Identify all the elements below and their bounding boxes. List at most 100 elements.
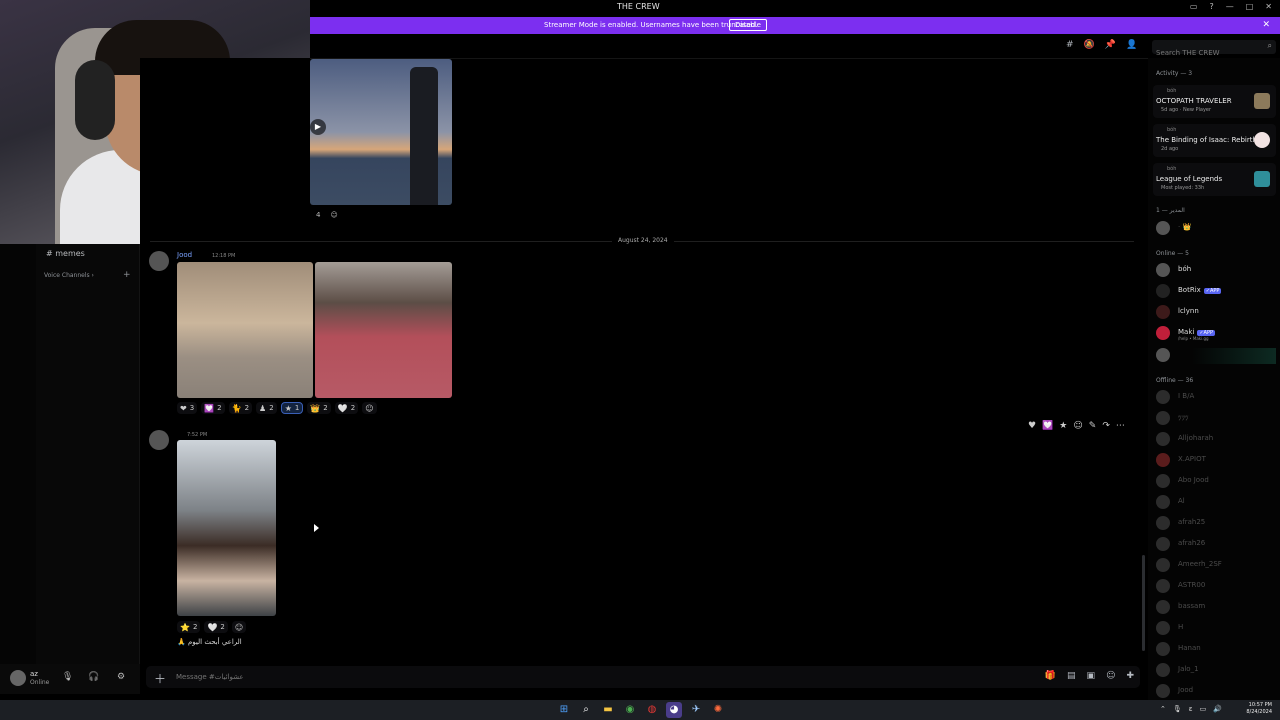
headphones-icon[interactable]: 🎧 xyxy=(88,672,99,682)
edit-icon[interactable]: ✎ xyxy=(1089,421,1097,431)
member-item[interactable]: Hanan xyxy=(1156,642,1276,658)
add-channel-icon[interactable]: + xyxy=(123,270,131,280)
activity-card[interactable]: bóh The Binding of Isaac: Rebirth 2d ago xyxy=(1153,124,1276,157)
message-input[interactable] xyxy=(176,670,976,684)
member-item[interactable]: X.APIOT xyxy=(1156,453,1276,469)
heart-decoration-icon[interactable]: 💟 xyxy=(1042,421,1053,431)
pin-icon[interactable]: 📌 xyxy=(1105,40,1116,50)
volume-icon[interactable]: 🔊 xyxy=(1213,705,1222,713)
inbox-icon[interactable]: ▭ xyxy=(1190,2,1198,11)
member-item[interactable]: BotRix ✓APP xyxy=(1156,284,1276,300)
folder-icon[interactable]: ▬ xyxy=(600,702,616,718)
member-item[interactable]: Ameerh_2SF xyxy=(1156,558,1276,574)
app-icon[interactable]: ✺ xyxy=(710,702,726,718)
member-name: Jood xyxy=(1178,686,1194,694)
chrome-icon[interactable]: ◉ xyxy=(622,702,638,718)
add-reaction-button[interactable]: ☺ xyxy=(231,621,247,633)
battery-icon[interactable]: ε xyxy=(1189,705,1193,713)
obs-icon[interactable]: ◍ xyxy=(644,702,660,718)
network-icon[interactable]: ▭ xyxy=(1200,705,1207,713)
member-item[interactable]: Abo Jood xyxy=(1156,474,1276,490)
steam-icon[interactable]: ✈ xyxy=(688,702,704,718)
search-icon[interactable]: ⌕ xyxy=(578,702,594,718)
member-item[interactable]: Maki ✓APP /help • Maki.gg xyxy=(1156,326,1276,342)
avatar xyxy=(1156,537,1170,551)
search-box[interactable]: ⌕ xyxy=(1152,40,1276,60)
reaction[interactable]: ❤ 3 xyxy=(177,402,198,414)
reaction-selected[interactable]: ★ 1 xyxy=(280,402,304,414)
maximize-icon[interactable]: □ xyxy=(1246,2,1254,11)
avatar xyxy=(1156,305,1170,319)
member-item[interactable]: bóh xyxy=(1156,263,1276,279)
member-item[interactable]: I B/A xyxy=(1156,390,1276,406)
reaction[interactable]: 🤍 2 xyxy=(204,621,228,633)
avatar[interactable] xyxy=(10,670,26,686)
taskbar: ⊞ ⌕ ▬ ◉ ◍ ◕ ✈ ✺ ⌃ 🎙 ε ▭ 🔊 10:57 PM 8/24/… xyxy=(0,700,1280,720)
voice-category[interactable]: Voice Channels › xyxy=(44,272,94,279)
member-item[interactable]: Al xyxy=(1156,495,1276,511)
clock[interactable]: 10:57 PM 8/24/2024 xyxy=(1246,702,1272,716)
activity-card[interactable]: bóh OCTOPATH TRAVELER 5d ago · New Playe… xyxy=(1153,85,1276,118)
reaction[interactable]: 👑 2 xyxy=(307,402,331,414)
member-item[interactable]: · 👑 xyxy=(1156,221,1276,237)
attachment-image-icecream[interactable] xyxy=(177,440,276,616)
member-item[interactable]: H xyxy=(1156,621,1276,637)
threads-icon[interactable]: # xyxy=(1066,40,1074,50)
member-item[interactable] xyxy=(1156,348,1276,364)
more-icon[interactable]: ⋯ xyxy=(1116,421,1125,431)
add-reaction-icon[interactable]: ☺ xyxy=(1073,421,1082,431)
disable-button[interactable]: Disable xyxy=(729,19,767,31)
member-item[interactable]: bassam xyxy=(1156,600,1276,616)
reaction[interactable]: 🤍 2 xyxy=(334,402,359,414)
gift-icon[interactable]: 🎁 xyxy=(1045,671,1056,681)
heart-icon[interactable]: ♥ xyxy=(1028,421,1036,431)
sticker-icon[interactable]: ▣ xyxy=(1087,671,1096,681)
reaction-count: 3 xyxy=(189,404,195,412)
emoji-icon[interactable]: ☺ xyxy=(1106,671,1115,681)
add-reaction-icon[interactable]: ☺ xyxy=(330,211,337,219)
avatar[interactable] xyxy=(149,251,169,271)
reaction[interactable]: 🐈 2 xyxy=(228,402,253,414)
member-item[interactable]: Alljoharah xyxy=(1156,432,1276,448)
discord-icon[interactable]: ◕ xyxy=(666,702,682,718)
attachment-image-shop[interactable] xyxy=(177,262,313,398)
attach-icon[interactable]: ＋ xyxy=(154,670,166,687)
reaction[interactable]: ⭐ 2 xyxy=(177,621,201,633)
member-item[interactable]: lclynn xyxy=(1156,305,1276,321)
help-icon[interactable]: ? xyxy=(1209,2,1213,11)
members-icon[interactable]: 👤 xyxy=(1126,40,1137,50)
avatar xyxy=(1156,621,1170,635)
member-item[interactable]: afrah25 xyxy=(1156,516,1276,532)
window-controls: ▭ ? — □ ✕ xyxy=(1190,2,1272,11)
forward-icon[interactable]: ↷ xyxy=(1102,421,1110,431)
attachment-image-dessert[interactable] xyxy=(315,262,452,398)
close-window-icon[interactable]: ✕ xyxy=(1265,2,1272,11)
activity-card[interactable]: bóh League of Legends Most played: 33h xyxy=(1153,163,1276,196)
member-item[interactable]: Jalo_1 xyxy=(1156,663,1276,679)
scrollbar[interactable] xyxy=(1142,555,1145,651)
gear-icon[interactable]: ⚙ xyxy=(117,672,125,682)
reaction-count[interactable]: 4 xyxy=(316,211,320,219)
attachment-image-sunset[interactable]: ▶ xyxy=(310,59,452,205)
member-item[interactable]: ﾂﾂﾂ xyxy=(1156,411,1276,427)
chevron-up-icon[interactable]: ⌃ xyxy=(1160,705,1166,713)
star-icon[interactable]: ★ xyxy=(1059,421,1067,431)
gif-icon[interactable]: ▤ xyxy=(1067,671,1076,681)
windows-start-icon[interactable]: ⊞ xyxy=(556,702,572,718)
tray-mic-icon[interactable]: 🎙 xyxy=(1173,705,1182,713)
add-reaction-button[interactable]: ☺ xyxy=(362,402,377,414)
member-item[interactable]: afrah26 xyxy=(1156,537,1276,553)
message-author[interactable]: Jood xyxy=(177,251,192,259)
close-icon[interactable]: ✕ xyxy=(1262,20,1270,30)
play-icon[interactable]: ▶ xyxy=(310,119,326,135)
member-item[interactable]: ASTR00 xyxy=(1156,579,1276,595)
reaction[interactable]: ♟ 2 xyxy=(256,402,277,414)
mute-icon[interactable]: 🔕 xyxy=(1084,40,1095,50)
microphone-icon[interactable]: 🎙 xyxy=(62,672,73,682)
avatar[interactable] xyxy=(149,430,169,450)
minimize-icon[interactable]: — xyxy=(1226,2,1234,11)
apps-icon[interactable]: ✚ xyxy=(1126,671,1134,681)
channel-memes[interactable]: # memes xyxy=(46,249,85,258)
reaction[interactable]: 💟 2 xyxy=(201,402,225,414)
member-item[interactable]: Jood xyxy=(1156,684,1276,700)
